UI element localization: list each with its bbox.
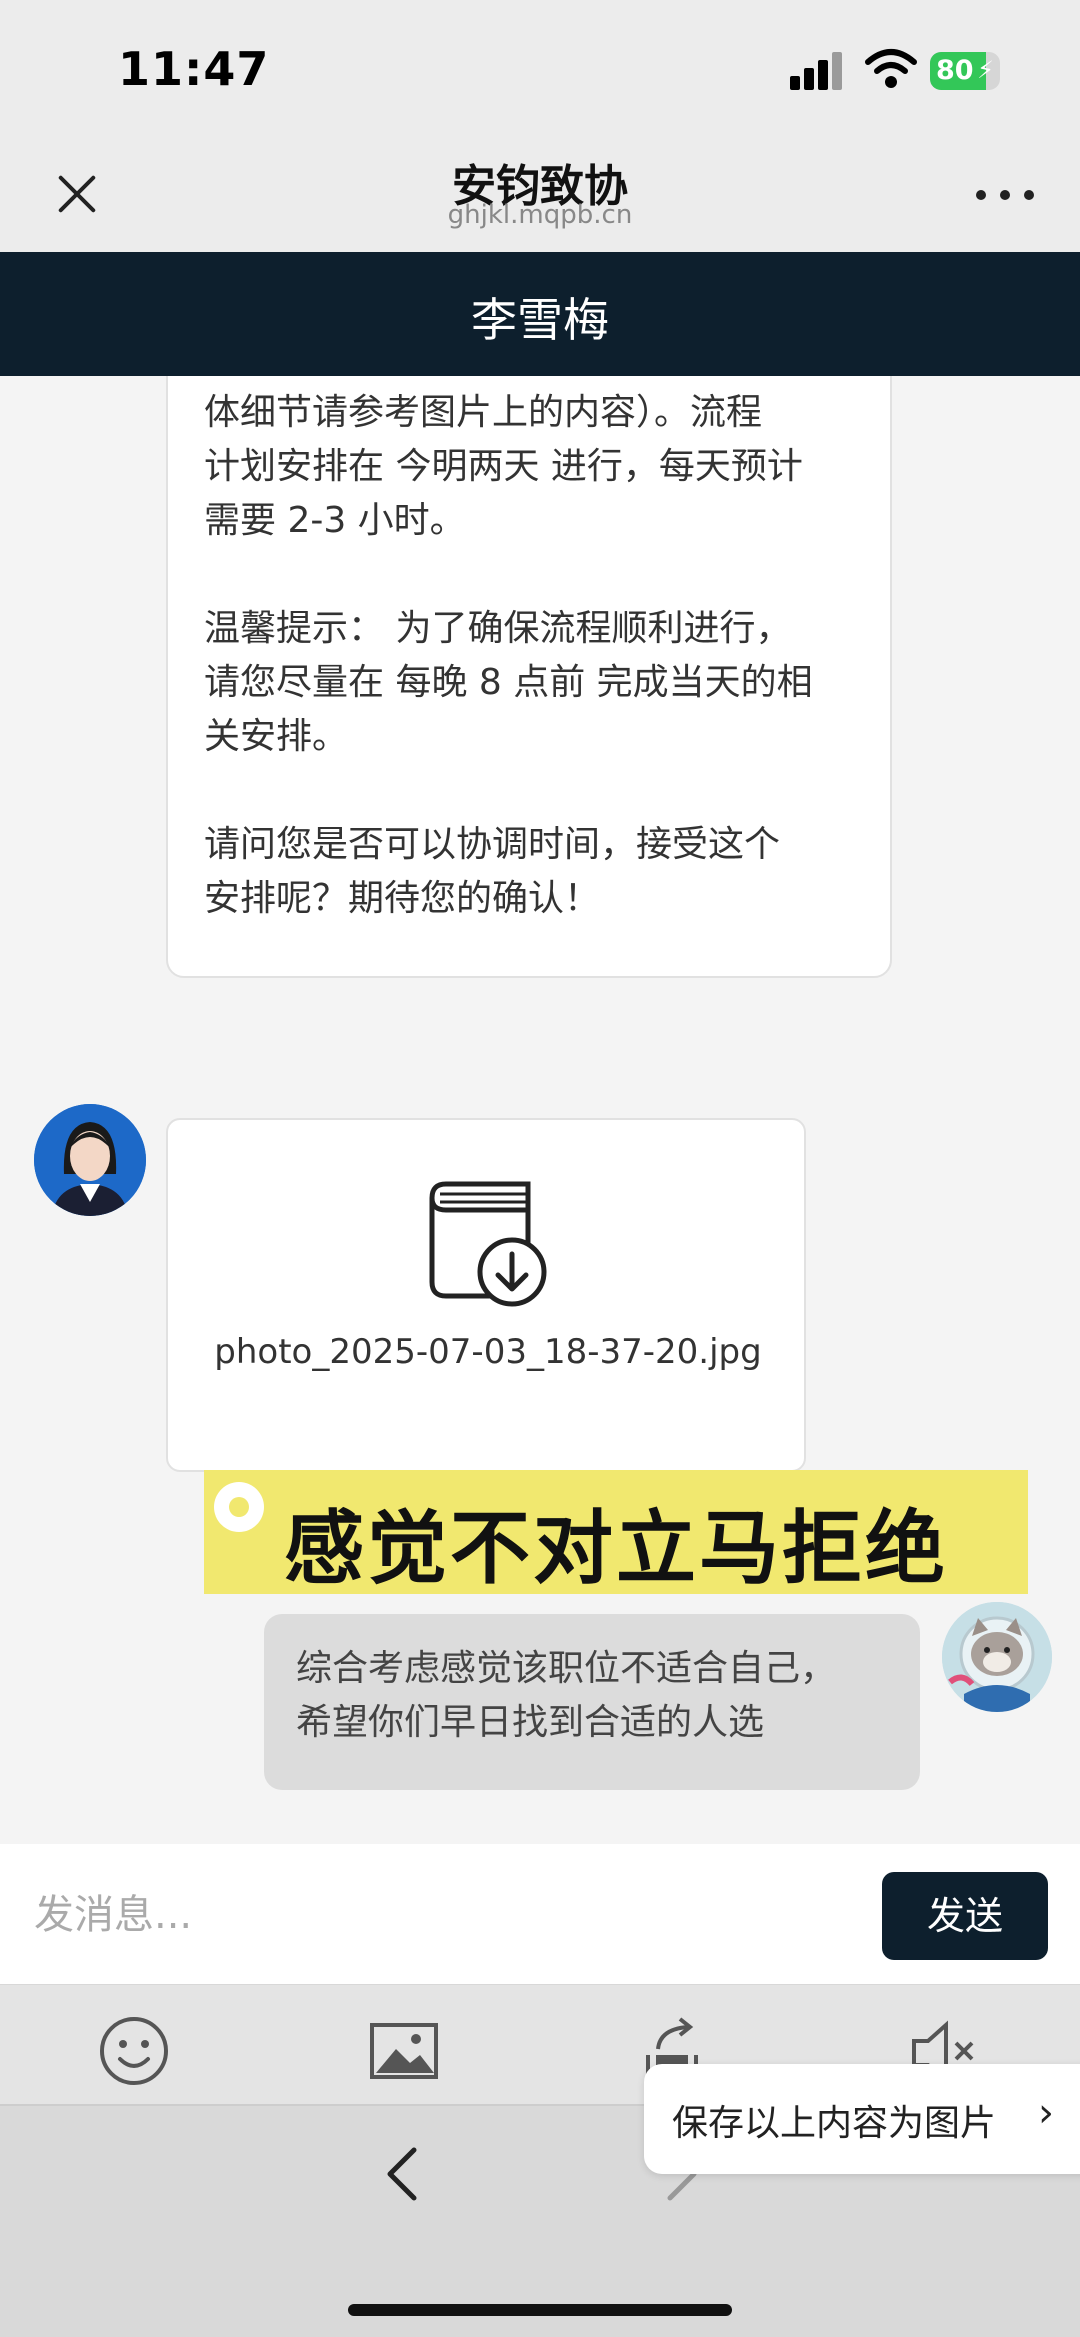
save-as-image-button[interactable]: 保存以上内容为图片 › bbox=[644, 2064, 1080, 2174]
wifi-icon bbox=[865, 49, 917, 88]
more-options-button[interactable] bbox=[976, 184, 1036, 204]
overlay-caption: 感觉不对立马拒绝 bbox=[284, 1502, 948, 1595]
send-button[interactable]: 发送 bbox=[882, 1872, 1048, 1960]
page-url: ghjkl.mqpb.cn bbox=[447, 200, 633, 230]
message-line: 体细节请参考图片上的内容）。流程 bbox=[204, 392, 763, 433]
charging-bolt-icon: ⚡ bbox=[977, 56, 994, 84]
overlay-caption-banner: 感觉不对立马拒绝 bbox=[204, 1470, 1028, 1595]
image-icon[interactable] bbox=[368, 2015, 440, 2087]
message-line: 安排呢？期待您的确认！ bbox=[204, 878, 601, 919]
message-line: 请您尽量在 每晚 8 点前 完成当天的相 bbox=[204, 662, 813, 703]
message-line: 先简要介绍一下面试和入职流程（具 bbox=[204, 376, 864, 386]
back-arrow-icon[interactable] bbox=[380, 2144, 424, 2204]
emoji-icon[interactable] bbox=[98, 2015, 170, 2087]
contact-avatar[interactable] bbox=[34, 1104, 146, 1216]
status-time: 11:47 bbox=[118, 42, 270, 96]
message-line: 请问您是否可以协调时间，接受这个 bbox=[204, 824, 781, 865]
message-input-bar: 发送 bbox=[0, 1844, 1080, 1984]
message-line: 关安排。 bbox=[204, 716, 349, 757]
cat-astronaut-icon bbox=[942, 1602, 1052, 1712]
battery-percent: 80 bbox=[936, 55, 974, 86]
home-indicator[interactable] bbox=[348, 2304, 732, 2316]
file-name: photo_2025-07-03_18-37-20.jpg bbox=[214, 1332, 762, 1372]
reply-line: 综合考虑感觉该职位不适合自己， bbox=[296, 1648, 837, 1689]
message-line: 需要 2-3 小时。 bbox=[204, 500, 466, 541]
chevron-right-icon: › bbox=[1038, 2090, 1054, 2136]
message-line: 计划安排在 今明两天 进行，每天预计 bbox=[204, 446, 803, 487]
woman-portrait-icon bbox=[34, 1104, 146, 1216]
battery-icon: 80 ⚡ bbox=[930, 52, 1000, 90]
incoming-text-message: 先简要介绍一下面试和入职流程（具 体细节请参考图片上的内容）。流程 计划安排在 … bbox=[166, 376, 892, 978]
message-input[interactable] bbox=[32, 1884, 836, 1946]
file-attachment[interactable]: photo_2025-07-03_18-37-20.jpg bbox=[166, 1118, 806, 1472]
status-bar: 11:47 80 ⚡ bbox=[0, 0, 1080, 140]
save-as-image-label: 保存以上内容为图片 bbox=[672, 2103, 997, 2144]
contact-name: 李雪梅 bbox=[471, 293, 609, 347]
message-line: 温馨提示： 为了确保流程顺利进行， bbox=[204, 608, 792, 649]
chat-header: 李雪梅 bbox=[0, 252, 1080, 376]
browser-nav-bar: 安钧致协 ghjkl.mqpb.cn bbox=[0, 140, 1080, 252]
chat-area[interactable]: 先简要介绍一下面试和入职流程（具 体细节请参考图片上的内容）。流程 计划安排在 … bbox=[0, 376, 1080, 1844]
cellular-signal-icon bbox=[790, 52, 846, 90]
user-avatar[interactable] bbox=[942, 1602, 1052, 1712]
reply-line: 希望你们早日找到合适的人选 bbox=[296, 1702, 765, 1743]
file-download-icon bbox=[429, 1181, 547, 1307]
outgoing-text-message: 综合考虑感觉该职位不适合自己， 希望你们早日找到合适的人选 bbox=[264, 1614, 920, 1790]
